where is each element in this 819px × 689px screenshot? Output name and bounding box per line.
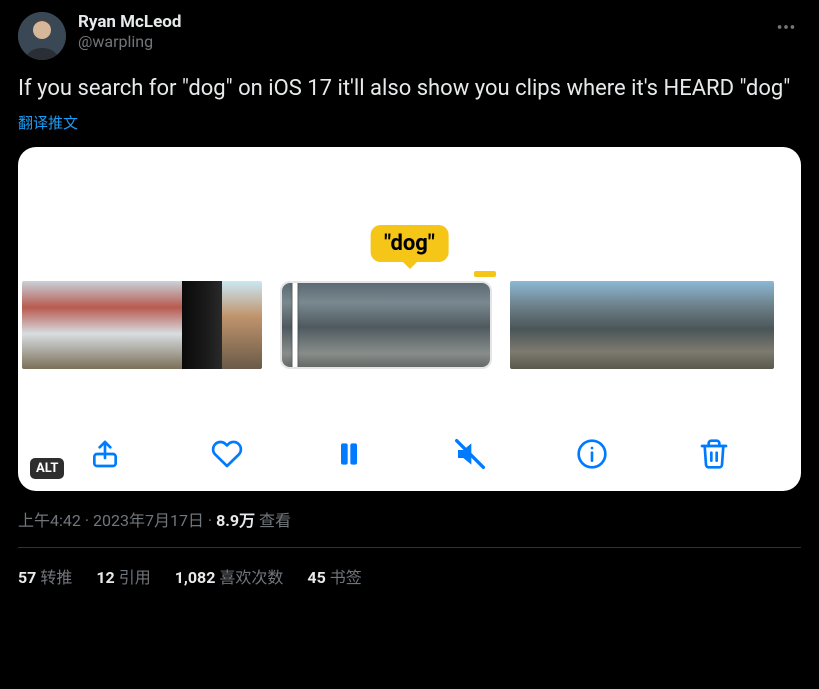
info-button[interactable] [573, 435, 611, 473]
avatar[interactable] [18, 12, 66, 60]
thumbnail [642, 281, 686, 369]
views-label: 查看 [255, 511, 291, 530]
tooltip-tail [402, 261, 418, 269]
share-icon [89, 438, 121, 470]
info-icon [576, 438, 608, 470]
thumbnail [182, 281, 222, 369]
quotes-stat[interactable]: 12引用 [96, 564, 150, 588]
retweets-stat[interactable]: 57转推 [18, 564, 72, 588]
alt-badge[interactable]: ALT [30, 458, 64, 479]
tweet-stats: 57转推 12引用 1,082喜欢次数 45书签 [18, 548, 801, 588]
author-handle[interactable]: @warpling [78, 32, 181, 51]
clip-group-3[interactable] [510, 281, 774, 369]
thumbnail [334, 283, 386, 369]
more-button[interactable] [771, 12, 801, 46]
clip-group-2-active[interactable] [280, 281, 492, 369]
thumbnail [386, 283, 438, 369]
thumbnail [554, 281, 598, 369]
share-button[interactable] [86, 435, 124, 473]
views-count: 8.9万 [216, 511, 255, 530]
media-controls [18, 435, 801, 473]
clip-group-1[interactable] [22, 281, 262, 369]
bookmarks-stat[interactable]: 45书签 [307, 564, 361, 588]
thumbnail [438, 283, 490, 369]
delete-button[interactable] [695, 435, 733, 473]
tweet-date[interactable]: 2023年7月17日 [93, 511, 204, 530]
scrub-marker [474, 271, 496, 277]
translate-link[interactable]: 翻译推文 [18, 112, 801, 133]
more-icon [775, 16, 797, 38]
thumbnail [686, 281, 730, 369]
thumbnail [62, 281, 102, 369]
speaker-muted-icon [454, 438, 486, 470]
display-name[interactable]: Ryan McLeod [78, 12, 181, 32]
tweet-container: Ryan McLeod @warpling If you search for … [0, 0, 819, 600]
mute-button[interactable] [451, 435, 489, 473]
thumbnail [102, 281, 142, 369]
thumbnail [222, 281, 262, 369]
thumbnail [510, 281, 554, 369]
pause-button[interactable] [330, 435, 368, 473]
thumbnail [22, 281, 62, 369]
thumbnail [142, 281, 182, 369]
thumbnail-strip[interactable] [18, 281, 801, 369]
pause-icon [333, 438, 365, 470]
thumbnail [598, 281, 642, 369]
tweet-header: Ryan McLeod @warpling [18, 12, 801, 60]
likes-stat[interactable]: 1,082喜欢次数 [175, 564, 284, 588]
thumbnail [730, 281, 774, 369]
trash-icon [698, 438, 730, 470]
like-button[interactable] [208, 435, 246, 473]
thumbnail [282, 283, 334, 369]
heart-icon [211, 438, 243, 470]
tweet-text: If you search for "dog" on iOS 17 it'll … [18, 74, 801, 104]
media-card[interactable]: "dog" [18, 147, 801, 491]
tweet-meta: 上午4:42 · 2023年7月17日 · 8.9万 查看 [18, 507, 801, 531]
tweet-time[interactable]: 上午4:42 [18, 511, 81, 530]
search-tooltip: "dog" [370, 225, 449, 262]
playhead[interactable] [292, 281, 298, 369]
author-names: Ryan McLeod @warpling [78, 12, 181, 51]
